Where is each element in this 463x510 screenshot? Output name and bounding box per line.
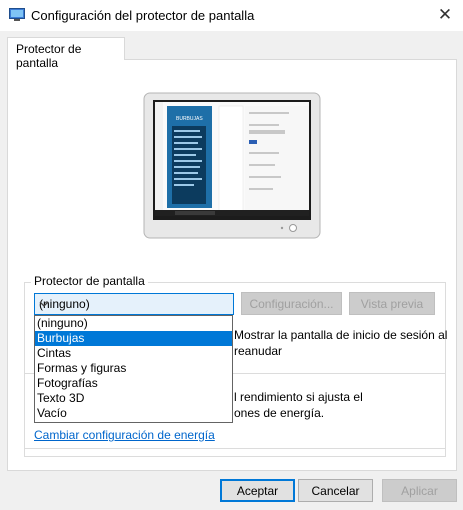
accept-button[interactable]: Aceptar (220, 479, 295, 502)
logon-option-text[interactable]: Mostrar la pantalla de inicio de sesión … (234, 327, 447, 359)
svg-text:BURBUJAS: BURBUJAS (176, 116, 203, 122)
apply-button[interactable]: Aplicar (382, 479, 457, 502)
change-power-settings-link[interactable]: Cambiar configuración de energía (34, 428, 215, 442)
power-text-line: l rendimiento si ajusta el (234, 390, 363, 404)
dropdown-option-cintas[interactable]: Cintas (35, 346, 232, 361)
close-icon[interactable]: ✕ (432, 3, 458, 27)
screensaver-app-icon (9, 8, 25, 22)
tab-label: Protector de pantalla (16, 42, 82, 70)
dropdown-option-texto3d[interactable]: Texto 3D (35, 391, 232, 406)
logon-text-line: Mostrar la pantalla de inicio de sesión … (234, 328, 448, 342)
power-text-line: ones de energía. (234, 406, 325, 420)
dropdown-option-formas[interactable]: Formas y figuras (35, 361, 232, 376)
power-description: l rendimiento si ajusta el ones de energ… (234, 389, 363, 421)
window-title: Configuración del protector de pantalla (31, 8, 255, 23)
preview-button[interactable]: Vista previa (349, 292, 435, 315)
screensaver-dropdown-list: (ninguno) Burbujas Cintas Formas y figur… (34, 315, 233, 423)
dropdown-option-ninguno[interactable]: (ninguno) (35, 316, 232, 331)
settings-button[interactable]: Configuración... (241, 292, 342, 315)
monitor-preview: BURBUJAS (143, 92, 321, 239)
logon-text-line: reanudar (234, 344, 283, 358)
dropdown-option-burbujas[interactable]: Burbujas (35, 331, 232, 346)
screensaver-group-label: Protector de pantalla (31, 274, 148, 288)
tab-screensaver[interactable]: Protector de pantalla (7, 37, 125, 70)
dropdown-option-vacio[interactable]: Vacío (35, 406, 232, 421)
dropdown-option-fotografias[interactable]: Fotografías (35, 376, 232, 391)
screensaver-select[interactable]: (ninguno) (34, 293, 234, 315)
chevron-down-icon[interactable] (39, 297, 229, 314)
cancel-button[interactable]: Cancelar (298, 479, 373, 502)
